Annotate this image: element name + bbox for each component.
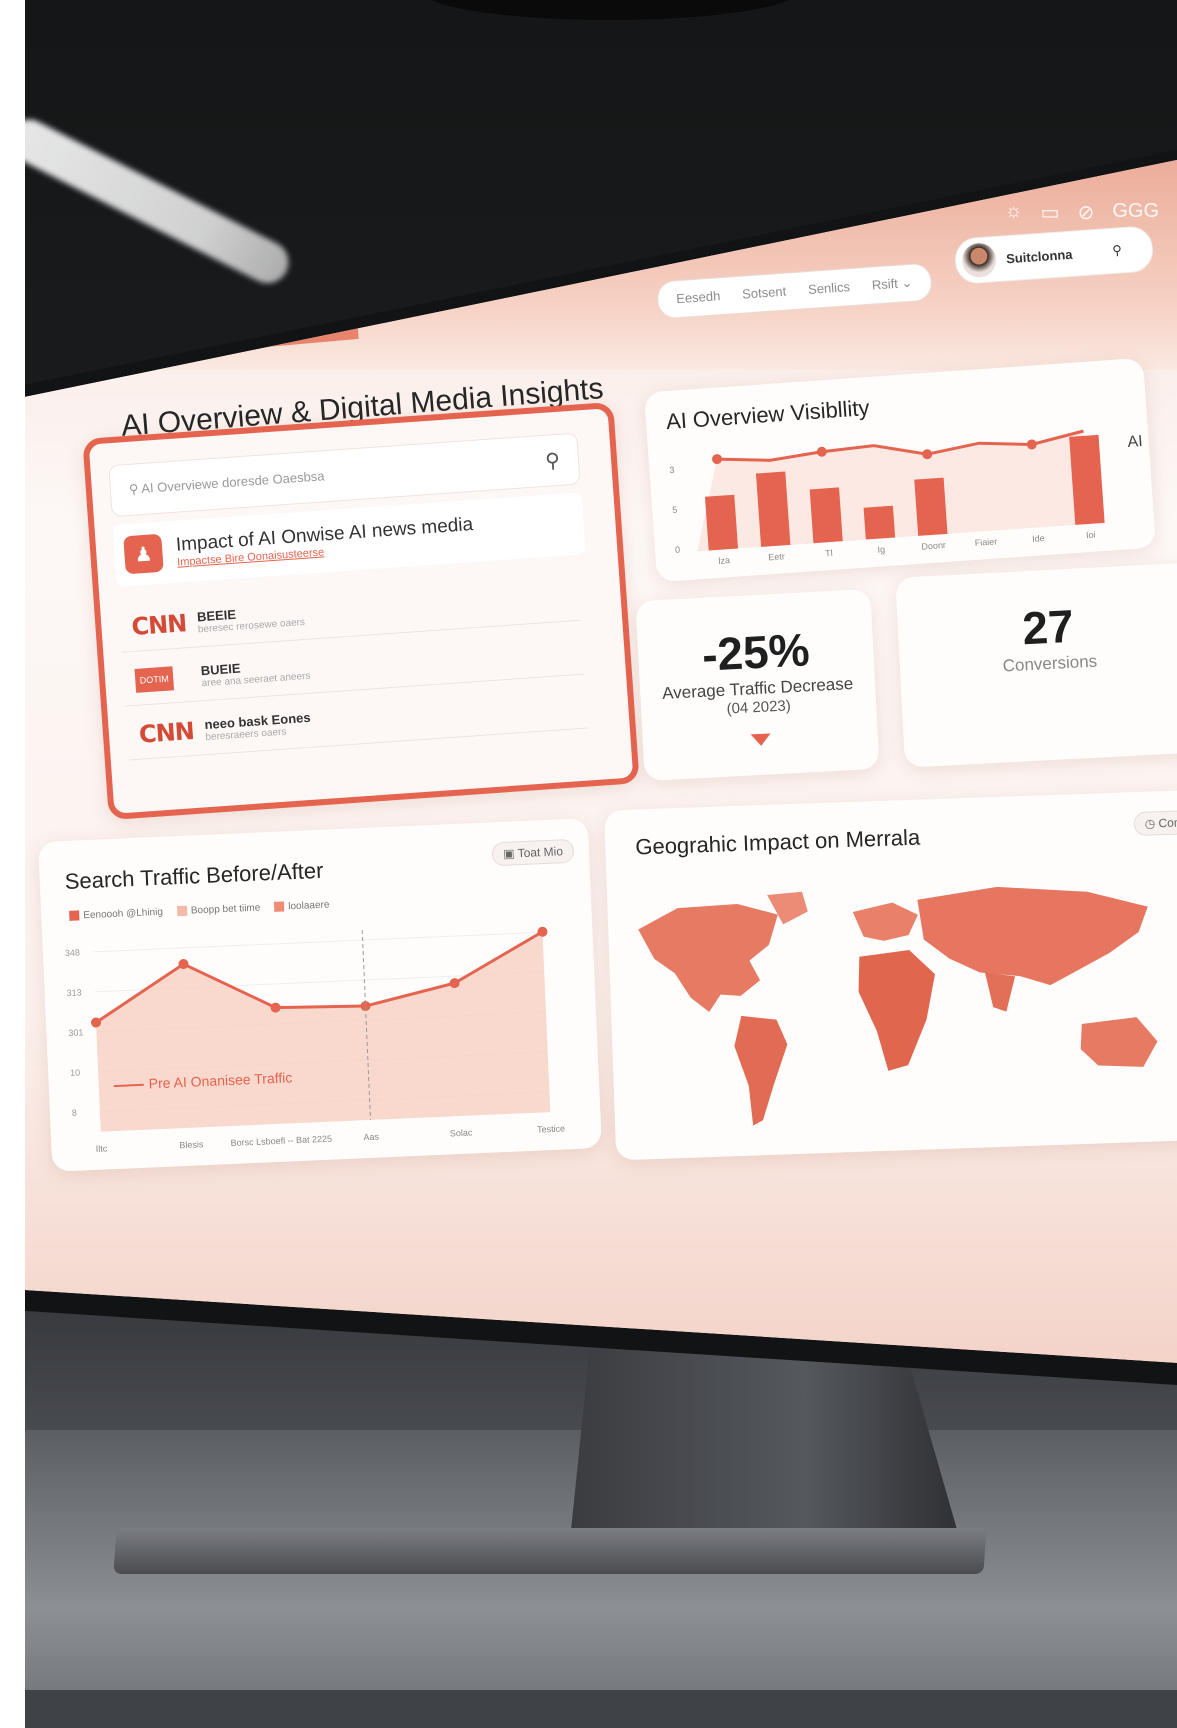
bar (1069, 434, 1105, 525)
map-europe (852, 902, 918, 941)
bar (704, 494, 739, 551)
area-fill (95, 931, 551, 1132)
legend-swatch (176, 906, 188, 917)
legend-item: Eenoooh @Lhinig (69, 907, 163, 922)
nav-item-3[interactable]: Senlics (808, 279, 851, 298)
gridline (92, 931, 543, 953)
sun-icon[interactable]: ☼ (1004, 200, 1022, 225)
legend-swatch (274, 901, 285, 913)
map-africa (858, 950, 935, 1071)
visibility-chart: lza Eetr Tl Ig Doonr Fiaier Ide Ioi 0 5 3 (669, 429, 1105, 566)
monitor-base (113, 1528, 987, 1574)
traffic-card: Search Traffic Before/After ▣ Toat Mio E… (38, 818, 602, 1172)
tick-label: Ioi (1086, 530, 1096, 541)
bar (914, 477, 948, 536)
x-tick-label: Testice (537, 1123, 565, 1134)
settings-label[interactable]: GGG (1112, 200, 1159, 225)
link-icon[interactable]: ⊘ (1078, 200, 1095, 225)
map-north-america (638, 903, 778, 1013)
search-icon[interactable]: ⚲ (1112, 242, 1123, 259)
geo-button[interactable]: ◷ Comm (1133, 809, 1177, 837)
legend-item: loolaaere (274, 900, 330, 913)
y-tick-label: 301 (68, 1027, 83, 1038)
nav-home[interactable]: ⌂ ▪▪▪ (38, 341, 62, 357)
clock-icon: ◷ (1144, 816, 1159, 831)
x-tick-label: Aas (363, 1132, 379, 1143)
nav-item-1[interactable]: Eesedh (676, 288, 721, 307)
bar (863, 505, 896, 540)
map-south-america (734, 1015, 788, 1126)
map-australia (1080, 1017, 1158, 1067)
visibility-title: AI Overview Visibllity (665, 395, 871, 435)
search-placeholder: AI Overviewe doresde Oaesbsa (140, 468, 325, 497)
nav-item-4[interactable]: Rsift ⌄ (871, 275, 913, 294)
geo-title: Geograhic Impact on Merrala (634, 824, 921, 860)
tick-label: Ig (877, 544, 885, 554)
bar (755, 471, 791, 547)
x-tick-label: Borsc Lsboefl -- Bat 2225 (230, 1134, 332, 1148)
cnn-logo: CNN (138, 716, 195, 749)
map-india (984, 972, 1016, 1012)
tick-label: Tl (825, 548, 833, 558)
top-icons: ☼ ▭ ⊘ GGG (1004, 200, 1159, 225)
tick-label: Eetr (768, 551, 785, 562)
tick-label: Doonr (921, 540, 946, 552)
left-margin (0, 0, 25, 1728)
legend-swatch (69, 910, 80, 922)
traffic-chart: 810301313348Pre AI Onanisee TrafficIltc B… (65, 926, 565, 1154)
y-tick-label: 0 (675, 545, 681, 555)
stat-card-conversions: 27 Conversions (895, 562, 1177, 768)
traffic-title: Search Traffic Before/After (64, 857, 324, 895)
down-arrow-icon (750, 733, 771, 747)
geo-card: Geograhic Impact on Merrala ◷ Comm (604, 789, 1177, 1161)
nav-second[interactable]: ⚙ ▪▪▪ (81, 337, 109, 353)
x-tick-label: Blesis (179, 1139, 204, 1150)
tick-label: lza (718, 555, 730, 566)
visibility-card: AI Overview Visibllity AI lza Eetr Tl Ig Doo… (643, 357, 1157, 583)
x-tick-label: Iltc (96, 1143, 108, 1154)
nav-third[interactable]: ▲ ▪▪▪ (128, 333, 157, 349)
user-name: Suitclonna (1005, 246, 1073, 266)
nav-item-2[interactable]: Sotsent (742, 284, 787, 303)
user-icon: ♟ (123, 533, 164, 575)
y-tick-label: 348 (65, 947, 80, 958)
tick-label: Ide (1032, 533, 1045, 544)
photo-background: ☼ ▭ ⊘ GGG ⌂ ▪▪▪ ⚙ ▪▪▪ ▲ ▪▪▪ Eesedh Sotse… (0, 0, 1177, 1728)
x-tick-label: Solac (450, 1127, 473, 1138)
legend: Eenoooh @Lhinig Boopp bet tiime loolaaer… (69, 900, 330, 922)
window-icon[interactable]: ▭ (1041, 200, 1060, 225)
monitor-stand (570, 1350, 960, 1540)
avatar (961, 242, 998, 279)
news-logo: DOTIM (134, 665, 175, 693)
tick-label: Fiaier (974, 536, 997, 548)
cnn-logo: CNN (130, 608, 188, 641)
stat-card-traffic: -25% Average Traffic Decrease (04 2023) (635, 588, 880, 782)
search-card: ⚲ AI Overviewe doresde Oaesbsa ⚲ ♟ Impac… (82, 401, 640, 821)
bar (809, 487, 843, 544)
calendar-icon: ▣ (502, 846, 518, 861)
traffic-button[interactable]: ▣ Toat Mio (491, 838, 575, 867)
legend-item: Boopp bet tiime (176, 903, 261, 918)
user-menu[interactable]: Suitclonna ⚲ (953, 225, 1155, 285)
world-map (638, 886, 1158, 1126)
annotation-line (113, 1083, 144, 1088)
y-tick-label: 10 (70, 1068, 80, 1078)
desk-edge (0, 1690, 1177, 1728)
y-tick-label: 5 (672, 505, 678, 515)
y-tick-label: 313 (66, 987, 81, 998)
map-asia (917, 886, 1148, 986)
y-tick-label: 3 (669, 465, 675, 475)
search-icon[interactable]: ⚲ (544, 447, 561, 473)
monitor-screen: ☼ ▭ ⊘ GGG ⌂ ▪▪▪ ⚙ ▪▪▪ ▲ ▪▪▪ Eesedh Sotse… (25, 160, 1177, 1363)
ceiling-shadow (420, 0, 800, 20)
ceiling-lamp (0, 112, 296, 291)
chevron-down-icon: ⌄ (900, 274, 913, 291)
main-nav: Eesedh Sotsent Senlics Rsift ⌄ (656, 262, 933, 320)
y-tick-label: 8 (72, 1108, 77, 1118)
